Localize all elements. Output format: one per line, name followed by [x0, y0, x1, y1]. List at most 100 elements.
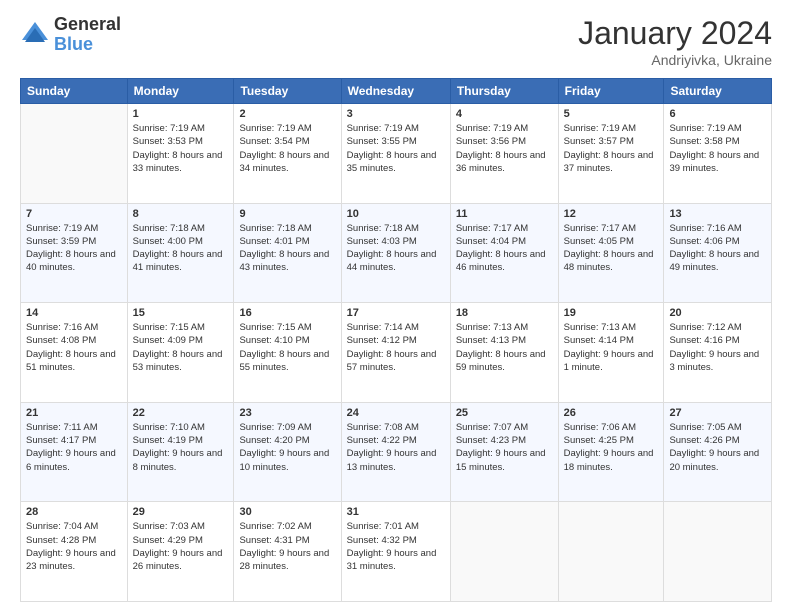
- daylight-label: Daylight: 9 hours and 8 minutes.: [133, 448, 223, 472]
- daylight-label: Daylight: 8 hours and 35 minutes.: [347, 150, 437, 174]
- sunrise-label: Sunrise: 7:16 AM: [669, 223, 741, 234]
- day-info: Sunrise: 7:16 AM Sunset: 4:06 PM Dayligh…: [669, 222, 766, 275]
- day-number: 5: [564, 108, 659, 120]
- sunrise-label: Sunrise: 7:19 AM: [669, 123, 741, 134]
- day-number: 6: [669, 108, 766, 120]
- day-info: Sunrise: 7:18 AM Sunset: 4:00 PM Dayligh…: [133, 222, 229, 275]
- daylight-label: Daylight: 8 hours and 49 minutes.: [669, 249, 759, 273]
- day-info: Sunrise: 7:03 AM Sunset: 4:29 PM Dayligh…: [133, 520, 229, 573]
- daylight-label: Daylight: 9 hours and 6 minutes.: [26, 448, 116, 472]
- daylight-label: Daylight: 8 hours and 55 minutes.: [239, 349, 329, 373]
- day-info: Sunrise: 7:19 AM Sunset: 3:56 PM Dayligh…: [456, 122, 553, 175]
- day-info: Sunrise: 7:17 AM Sunset: 4:04 PM Dayligh…: [456, 222, 553, 275]
- calendar-cell: 30 Sunrise: 7:02 AM Sunset: 4:31 PM Dayl…: [234, 502, 341, 602]
- sunset-label: Sunset: 4:03 PM: [347, 236, 417, 247]
- daylight-label: Daylight: 8 hours and 53 minutes.: [133, 349, 223, 373]
- sunset-label: Sunset: 4:12 PM: [347, 335, 417, 346]
- sunset-label: Sunset: 4:14 PM: [564, 335, 634, 346]
- sunset-label: Sunset: 4:17 PM: [26, 435, 96, 446]
- sunset-label: Sunset: 3:58 PM: [669, 136, 739, 147]
- day-number: 4: [456, 108, 553, 120]
- sunrise-label: Sunrise: 7:19 AM: [564, 123, 636, 134]
- sunrise-label: Sunrise: 7:11 AM: [26, 422, 98, 433]
- logo-icon: [20, 20, 50, 50]
- day-info: Sunrise: 7:16 AM Sunset: 4:08 PM Dayligh…: [26, 321, 122, 374]
- calendar-week-1: 1 Sunrise: 7:19 AM Sunset: 3:53 PM Dayli…: [21, 104, 772, 204]
- daylight-label: Daylight: 8 hours and 51 minutes.: [26, 349, 116, 373]
- month-title: January 2024: [578, 15, 772, 52]
- day-number: 26: [564, 407, 659, 419]
- col-thursday: Thursday: [450, 79, 558, 104]
- sunrise-label: Sunrise: 7:06 AM: [564, 422, 636, 433]
- day-number: 25: [456, 407, 553, 419]
- sunrise-label: Sunrise: 7:10 AM: [133, 422, 205, 433]
- day-number: 22: [133, 407, 229, 419]
- calendar-cell: 4 Sunrise: 7:19 AM Sunset: 3:56 PM Dayli…: [450, 104, 558, 204]
- sunset-label: Sunset: 4:29 PM: [133, 535, 203, 546]
- sunrise-label: Sunrise: 7:19 AM: [456, 123, 528, 134]
- sunrise-label: Sunrise: 7:15 AM: [133, 322, 205, 333]
- sunset-label: Sunset: 4:16 PM: [669, 335, 739, 346]
- calendar-cell: 8 Sunrise: 7:18 AM Sunset: 4:00 PM Dayli…: [127, 203, 234, 303]
- daylight-label: Daylight: 8 hours and 44 minutes.: [347, 249, 437, 273]
- col-monday: Monday: [127, 79, 234, 104]
- sunrise-label: Sunrise: 7:07 AM: [456, 422, 528, 433]
- daylight-label: Daylight: 9 hours and 10 minutes.: [239, 448, 329, 472]
- sunset-label: Sunset: 4:23 PM: [456, 435, 526, 446]
- sunrise-label: Sunrise: 7:12 AM: [669, 322, 741, 333]
- daylight-label: Daylight: 9 hours and 1 minute.: [564, 349, 654, 373]
- day-info: Sunrise: 7:13 AM Sunset: 4:13 PM Dayligh…: [456, 321, 553, 374]
- calendar-cell: 28 Sunrise: 7:04 AM Sunset: 4:28 PM Dayl…: [21, 502, 128, 602]
- sunset-label: Sunset: 4:00 PM: [133, 236, 203, 247]
- day-number: 2: [239, 108, 335, 120]
- daylight-label: Daylight: 9 hours and 18 minutes.: [564, 448, 654, 472]
- calendar-cell: [21, 104, 128, 204]
- calendar-cell: 10 Sunrise: 7:18 AM Sunset: 4:03 PM Dayl…: [341, 203, 450, 303]
- calendar-cell: 25 Sunrise: 7:07 AM Sunset: 4:23 PM Dayl…: [450, 402, 558, 502]
- calendar-cell: 23 Sunrise: 7:09 AM Sunset: 4:20 PM Dayl…: [234, 402, 341, 502]
- header: General Blue January 2024 Andriyivka, Uk…: [20, 15, 772, 68]
- day-number: 27: [669, 407, 766, 419]
- day-number: 14: [26, 307, 122, 319]
- calendar-cell: 22 Sunrise: 7:10 AM Sunset: 4:19 PM Dayl…: [127, 402, 234, 502]
- sunset-label: Sunset: 3:56 PM: [456, 136, 526, 147]
- day-info: Sunrise: 7:09 AM Sunset: 4:20 PM Dayligh…: [239, 421, 335, 474]
- calendar-cell: 29 Sunrise: 7:03 AM Sunset: 4:29 PM Dayl…: [127, 502, 234, 602]
- day-info: Sunrise: 7:11 AM Sunset: 4:17 PM Dayligh…: [26, 421, 122, 474]
- calendar-cell: 11 Sunrise: 7:17 AM Sunset: 4:04 PM Dayl…: [450, 203, 558, 303]
- day-info: Sunrise: 7:18 AM Sunset: 4:03 PM Dayligh…: [347, 222, 445, 275]
- daylight-label: Daylight: 8 hours and 41 minutes.: [133, 249, 223, 273]
- sunset-label: Sunset: 4:28 PM: [26, 535, 96, 546]
- day-info: Sunrise: 7:04 AM Sunset: 4:28 PM Dayligh…: [26, 520, 122, 573]
- calendar-cell: 17 Sunrise: 7:14 AM Sunset: 4:12 PM Dayl…: [341, 303, 450, 403]
- sunrise-label: Sunrise: 7:15 AM: [239, 322, 311, 333]
- calendar-cell: 15 Sunrise: 7:15 AM Sunset: 4:09 PM Dayl…: [127, 303, 234, 403]
- calendar-cell: 1 Sunrise: 7:19 AM Sunset: 3:53 PM Dayli…: [127, 104, 234, 204]
- day-number: 24: [347, 407, 445, 419]
- sunrise-label: Sunrise: 7:14 AM: [347, 322, 419, 333]
- calendar-week-2: 7 Sunrise: 7:19 AM Sunset: 3:59 PM Dayli…: [21, 203, 772, 303]
- day-number: 12: [564, 208, 659, 220]
- daylight-label: Daylight: 8 hours and 43 minutes.: [239, 249, 329, 273]
- day-info: Sunrise: 7:01 AM Sunset: 4:32 PM Dayligh…: [347, 520, 445, 573]
- day-info: Sunrise: 7:19 AM Sunset: 3:57 PM Dayligh…: [564, 122, 659, 175]
- col-wednesday: Wednesday: [341, 79, 450, 104]
- sunset-label: Sunset: 4:32 PM: [347, 535, 417, 546]
- day-number: 3: [347, 108, 445, 120]
- day-number: 18: [456, 307, 553, 319]
- calendar-cell: 5 Sunrise: 7:19 AM Sunset: 3:57 PM Dayli…: [558, 104, 664, 204]
- sunset-label: Sunset: 4:20 PM: [239, 435, 309, 446]
- sunset-label: Sunset: 4:05 PM: [564, 236, 634, 247]
- daylight-label: Daylight: 8 hours and 57 minutes.: [347, 349, 437, 373]
- day-number: 16: [239, 307, 335, 319]
- daylight-label: Daylight: 9 hours and 28 minutes.: [239, 548, 329, 572]
- day-info: Sunrise: 7:07 AM Sunset: 4:23 PM Dayligh…: [456, 421, 553, 474]
- day-number: 7: [26, 208, 122, 220]
- logo-blue: Blue: [54, 35, 121, 55]
- day-number: 21: [26, 407, 122, 419]
- calendar-body: 1 Sunrise: 7:19 AM Sunset: 3:53 PM Dayli…: [21, 104, 772, 602]
- day-number: 15: [133, 307, 229, 319]
- daylight-label: Daylight: 9 hours and 31 minutes.: [347, 548, 437, 572]
- sunset-label: Sunset: 4:13 PM: [456, 335, 526, 346]
- daylight-label: Daylight: 8 hours and 46 minutes.: [456, 249, 546, 273]
